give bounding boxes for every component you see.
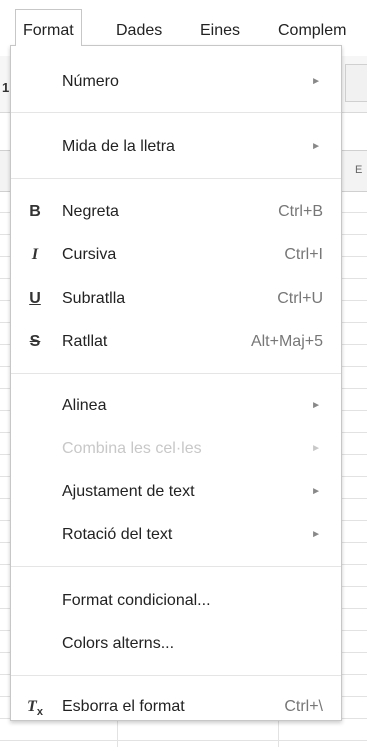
menu-format[interactable]: Format bbox=[15, 9, 82, 46]
submenu-arrow-icon: ► bbox=[311, 400, 321, 411]
toolbar-button[interactable] bbox=[345, 64, 367, 102]
menu-item-mida-lletra[interactable]: Mida de la lletra ► bbox=[11, 129, 341, 165]
clear-format-icon: Tx bbox=[25, 689, 45, 730]
menu-separator bbox=[11, 112, 341, 113]
menu-item-label: Ajustament de text bbox=[62, 483, 195, 500]
menu-complements[interactable]: Complem bbox=[278, 10, 346, 46]
format-menu: Número ► Mida de la lletra ► B Negreta C… bbox=[10, 45, 342, 721]
column-letter: E bbox=[355, 164, 363, 176]
menu-item-shortcut: Ctrl+\ bbox=[284, 698, 323, 715]
menu-item-shortcut: Ctrl+U bbox=[277, 290, 323, 307]
menu-item-format-condicional[interactable]: Format condicional... bbox=[11, 583, 341, 619]
submenu-arrow-icon: ► bbox=[311, 486, 321, 497]
menu-item-label: Número bbox=[62, 73, 119, 90]
submenu-arrow-icon: ► bbox=[311, 141, 321, 152]
menu-item-shortcut: Ctrl+I bbox=[284, 246, 323, 263]
submenu-arrow-icon: ► bbox=[311, 443, 321, 454]
menu-item-label: Ratllat bbox=[62, 333, 108, 350]
menu-item-label: Format condicional... bbox=[62, 592, 211, 609]
menu-item-cursiva[interactable]: I Cursiva Ctrl+I bbox=[11, 237, 341, 273]
underline-icon: U bbox=[29, 290, 41, 307]
strikethrough-icon: S bbox=[29, 333, 41, 350]
menu-item-negreta[interactable]: B Negreta Ctrl+B bbox=[11, 194, 341, 230]
menu-item-numero[interactable]: Número ► bbox=[11, 64, 341, 100]
menu-item-subratlla[interactable]: U Subratlla Ctrl+U bbox=[11, 281, 341, 317]
menu-item-ratllat[interactable]: S Ratllat Alt+Maj+5 bbox=[11, 324, 341, 360]
submenu-arrow-icon: ► bbox=[311, 529, 321, 540]
submenu-arrow-icon: ► bbox=[311, 76, 321, 87]
menu-separator bbox=[11, 178, 341, 179]
menu-item-label: Combina les cel·les bbox=[62, 440, 202, 457]
menu-item-label: Rotació del text bbox=[62, 526, 173, 543]
menu-dades[interactable]: Dades bbox=[116, 10, 162, 46]
menu-item-ajustament-text[interactable]: Ajustament de text ► bbox=[11, 474, 341, 510]
menu-item-label: Subratlla bbox=[62, 290, 126, 307]
menu-item-colors-alterns[interactable]: Colors alterns... bbox=[11, 626, 341, 662]
menu-item-label: Mida de la lletra bbox=[62, 138, 175, 155]
bold-icon: B bbox=[29, 203, 41, 220]
menu-item-combina-celles: Combina les cel·les ► bbox=[11, 431, 341, 467]
menu-item-label: Colors alterns... bbox=[62, 635, 175, 652]
menu-item-label: Esborra el format bbox=[62, 698, 185, 715]
clear-format-icon-x: x bbox=[36, 706, 43, 719]
italic-icon: I bbox=[31, 246, 39, 263]
menu-item-label: Alinea bbox=[62, 397, 107, 414]
menu-item-shortcut: Alt+Maj+5 bbox=[250, 333, 323, 350]
menu-item-rotacio-text[interactable]: Rotació del text ► bbox=[11, 517, 341, 553]
menu-item-shortcut: Ctrl+B bbox=[278, 203, 323, 220]
menu-separator bbox=[11, 566, 341, 567]
menu-separator bbox=[11, 675, 341, 676]
menu-item-alinea[interactable]: Alinea ► bbox=[11, 388, 341, 424]
menu-item-esborra-format[interactable]: Tx Esborra el format Ctrl+\ bbox=[11, 689, 341, 725]
clear-format-icon-letter: T bbox=[27, 698, 37, 715]
menu-separator bbox=[11, 373, 341, 374]
menubar: Format Dades Eines Complem bbox=[0, 0, 367, 46]
menu-eines[interactable]: Eines bbox=[200, 10, 240, 46]
menu-item-label: Cursiva bbox=[62, 246, 117, 263]
row-number: 1 bbox=[2, 80, 10, 95]
menu-item-label: Negreta bbox=[62, 203, 119, 220]
